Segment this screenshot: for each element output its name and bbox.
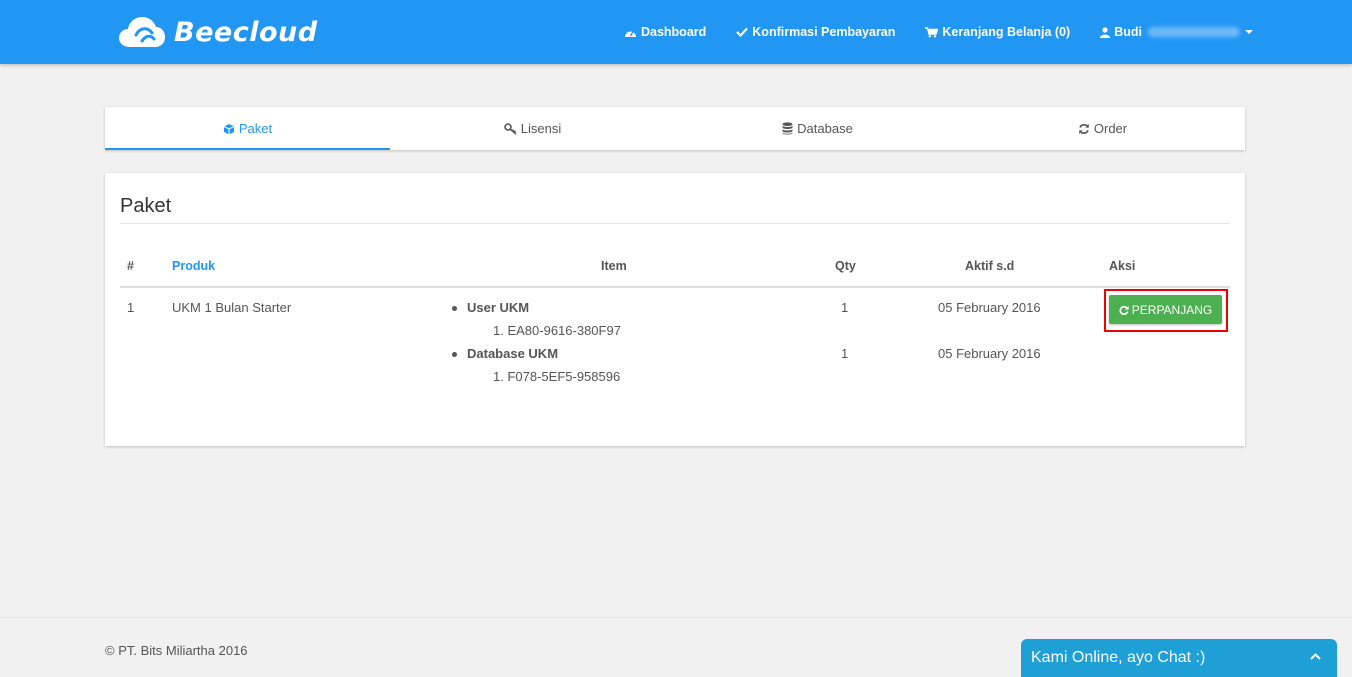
nav-konfirmasi-label: Konfirmasi Pembayaran bbox=[752, 25, 896, 39]
refresh-icon bbox=[1119, 305, 1129, 315]
nav-user-menu[interactable]: Budi bbox=[1100, 25, 1253, 39]
cloud-logo-icon bbox=[119, 17, 165, 47]
nav-dashboard-label: Dashboard bbox=[640, 25, 707, 39]
tab-database-label: Database bbox=[797, 121, 853, 136]
caret-down-icon bbox=[1245, 30, 1253, 34]
row-number: 1 bbox=[127, 300, 135, 315]
item-qty: 1 bbox=[841, 300, 849, 315]
panel-divider bbox=[120, 223, 1230, 224]
tab-order-label: Order bbox=[1093, 121, 1128, 136]
user-name-blurred bbox=[1148, 27, 1240, 37]
tab-lisensi[interactable]: Lisensi bbox=[390, 107, 675, 150]
perpanjang-label: PERPANJANG bbox=[1131, 302, 1213, 317]
nav-user-label: Budi bbox=[1114, 25, 1142, 39]
item-license-key: 1. EA80-9616-380F97 bbox=[493, 323, 621, 338]
dashboard-icon bbox=[624, 27, 637, 38]
item-title: Database UKM bbox=[467, 346, 559, 361]
row-produk: UKM 1 Bulan Starter bbox=[172, 300, 292, 315]
chevron-up-icon[interactable] bbox=[1310, 653, 1321, 660]
nav-keranjang-belanja[interactable]: Keranjang Belanja (0) bbox=[925, 25, 1070, 39]
item-aktif-date: 05 February 2016 bbox=[938, 346, 1041, 361]
item-title: User UKM bbox=[467, 300, 530, 315]
highlight-box: PERPANJANG bbox=[1104, 289, 1228, 332]
top-navbar: Beecloud Dashboard Konfirmasi Pembayaran… bbox=[0, 0, 1352, 64]
section-tabs: Paket Lisensi Database Order bbox=[105, 107, 1245, 150]
check-icon bbox=[736, 27, 749, 37]
shopping-cart-icon bbox=[925, 26, 939, 38]
header-item: Item bbox=[601, 259, 627, 273]
header-produk-sort[interactable]: Produk bbox=[172, 259, 215, 273]
chat-label: Kami Online, ayo Chat :) bbox=[1031, 649, 1206, 666]
header-number: # bbox=[127, 259, 134, 273]
refresh-icon bbox=[1078, 123, 1090, 135]
brand-logo[interactable]: Beecloud bbox=[118, 14, 318, 50]
item-aktif-date: 05 February 2016 bbox=[938, 300, 1041, 315]
tab-database[interactable]: Database bbox=[675, 107, 960, 150]
item-qty: 1 bbox=[841, 346, 849, 361]
copyright-text: © PT. Bits Miliartha 2016 bbox=[105, 643, 248, 658]
cube-icon bbox=[223, 123, 235, 135]
nav-konfirmasi-pembayaran[interactable]: Konfirmasi Pembayaran bbox=[736, 25, 895, 39]
table-header-border bbox=[120, 286, 1230, 288]
database-icon bbox=[782, 122, 793, 135]
list-bullet bbox=[452, 306, 457, 311]
user-icon bbox=[1100, 26, 1111, 38]
tab-paket-label: Paket bbox=[238, 121, 273, 136]
list-bullet bbox=[452, 352, 457, 357]
header-qty: Qty bbox=[835, 259, 856, 273]
item-license-key: 1. F078-5EF5-958596 bbox=[493, 369, 621, 384]
chat-widget-bar[interactable]: Kami Online, ayo Chat :) bbox=[1021, 639, 1337, 677]
header-aktif: Aktif s.d bbox=[965, 259, 1015, 273]
nav-keranjang-label: Keranjang Belanja (0) bbox=[942, 25, 1071, 39]
brand-name: Beecloud bbox=[174, 16, 318, 48]
perpanjang-button[interactable]: PERPANJANG bbox=[1109, 295, 1222, 324]
nav-dashboard[interactable]: Dashboard bbox=[624, 25, 706, 39]
header-aksi: Aksi bbox=[1109, 259, 1136, 273]
tab-order[interactable]: Order bbox=[960, 107, 1245, 150]
panel-title: Paket bbox=[120, 195, 172, 217]
tab-paket[interactable]: Paket bbox=[105, 107, 390, 150]
top-nav: Dashboard Konfirmasi Pembayaran Keranjan… bbox=[594, 0, 1253, 64]
paket-panel: Paket # Produk Item Qty Aktif s.d Aksi 1… bbox=[105, 173, 1245, 446]
tab-lisensi-label: Lisensi bbox=[520, 121, 562, 136]
key-icon bbox=[503, 122, 517, 135]
